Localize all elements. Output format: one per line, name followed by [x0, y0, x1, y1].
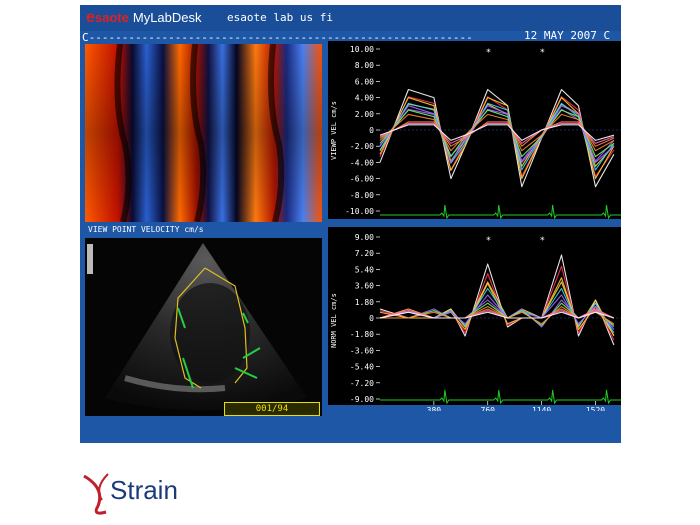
- y-tick-label: 8.00: [355, 61, 374, 70]
- beat-marker: *: [540, 48, 545, 58]
- beat-marker: *: [540, 236, 545, 246]
- y-tick-label: 10.00: [350, 45, 374, 54]
- y-tick-label: -6.00: [350, 175, 374, 184]
- x-tick-label: 1140: [532, 406, 551, 411]
- y-tick-label: -3.60: [350, 346, 374, 355]
- y-tick-label: -8.00: [350, 191, 374, 200]
- logo-x-stroke-2: [98, 473, 109, 501]
- window-title: esaote lab us fi: [227, 11, 333, 24]
- y-tick-label: -2.00: [350, 142, 374, 151]
- x-tick-label: 1520: [586, 406, 605, 411]
- logo-text: Strain: [110, 475, 178, 505]
- brand-name: saote: [94, 10, 129, 25]
- y-tick-label: 1.80: [355, 298, 374, 307]
- velocity-plots: 10.00 8.00 6.00 4.00 2.00 0 -2.00 -4.00 -6.00 -8.…: [328, 41, 621, 411]
- echo-workstation-screen: esaote MyLabDesk esaote lab us fi C------…: [80, 5, 621, 443]
- y-tick-label: 9.00: [355, 233, 374, 242]
- x-tick-label: 380: [427, 406, 442, 411]
- velocity-color-map: [85, 44, 322, 222]
- beat-marker: *: [486, 48, 491, 58]
- y-tick-label: 3.60: [355, 282, 374, 291]
- velocity-map-graphic: [85, 44, 322, 222]
- echocardiogram-view[interactable]: [85, 238, 322, 416]
- y-axis-label: NORM VEL cm/s: [330, 293, 338, 348]
- y-tick-label: 7.20: [355, 249, 374, 258]
- y-tick-label: -4.00: [350, 158, 374, 167]
- y-tick-label: -1.80: [350, 330, 374, 339]
- y-tick-label: 4.00: [355, 94, 374, 103]
- y-tick-label: -9.00: [350, 395, 374, 404]
- frame-counter: 001/94: [224, 402, 320, 416]
- y-axis-label: VIEWP VEL cm/s: [330, 101, 338, 160]
- app-header: esaote MyLabDesk esaote lab us fi: [80, 5, 621, 31]
- echo-image: [85, 238, 322, 416]
- x-tick-label: 760: [481, 406, 496, 411]
- y-tick-label: 0: [369, 314, 374, 323]
- beat-marker: *: [486, 236, 491, 246]
- y-tick-label: 6.00: [355, 77, 374, 86]
- brand-product: MyLabDesk: [132, 10, 202, 25]
- gray-scale-bar: [87, 244, 93, 274]
- y-tick-label: 0: [369, 126, 374, 135]
- velocity-map-label: VIEW POINT VELOCITY cm/s: [88, 225, 204, 234]
- y-tick-label: 5.40: [355, 265, 374, 274]
- y-tick-label: -7.20: [350, 379, 374, 388]
- esaote-brand: esaote MyLabDesk: [86, 9, 202, 27]
- y-tick-label: -10.00: [345, 207, 374, 216]
- y-tick-label: -5.40: [350, 363, 374, 372]
- y-tick-label: 2.00: [355, 110, 374, 119]
- brand-e: e: [86, 9, 95, 26]
